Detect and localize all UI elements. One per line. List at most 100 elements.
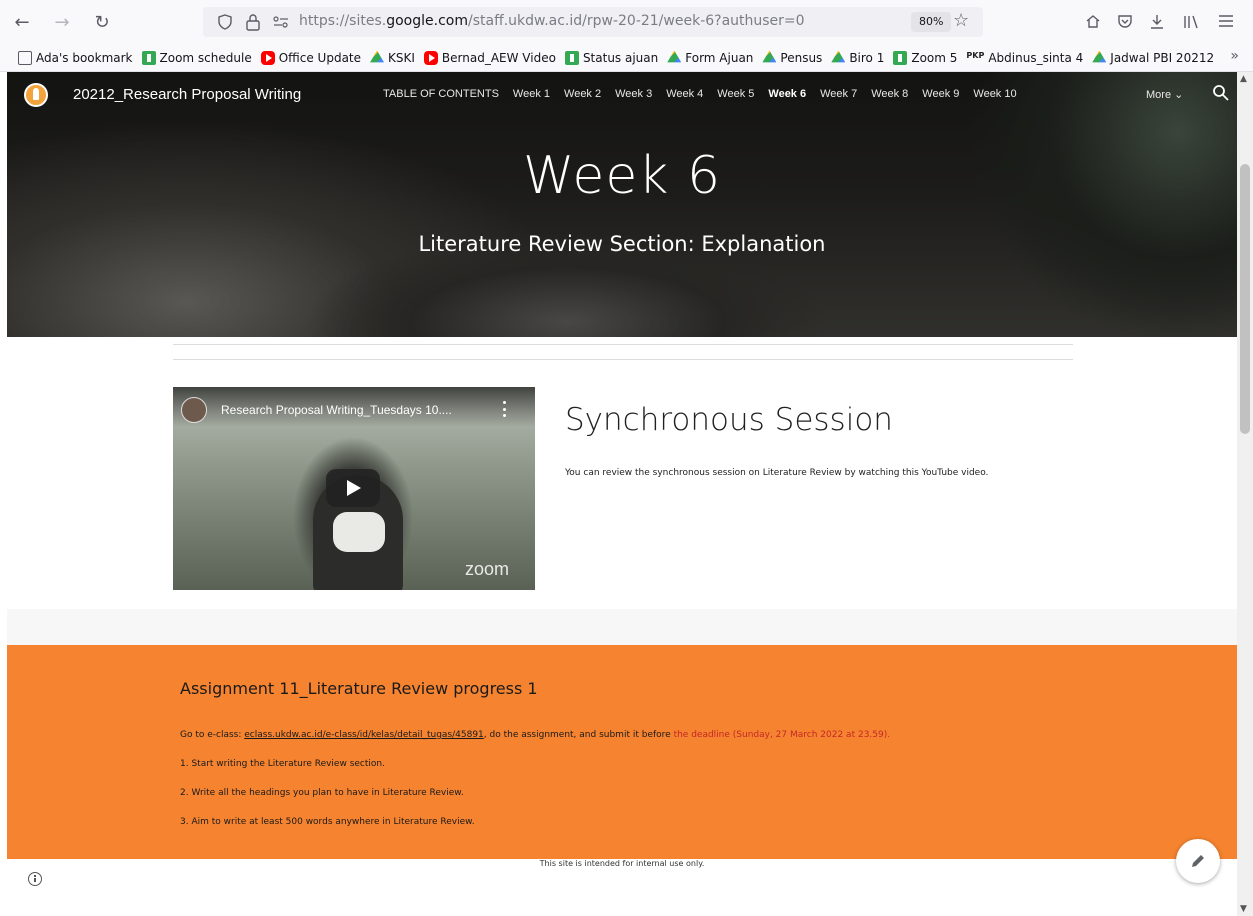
bookmark-item[interactable]: Form Ajuan xyxy=(667,50,753,65)
divider xyxy=(173,359,1073,360)
url-text: https://sites.google.com/staff.ukdw.ac.i… xyxy=(299,13,805,29)
forward-icon[interactable]: → xyxy=(50,10,74,34)
edit-button[interactable] xyxy=(1176,839,1220,883)
pocket-icon[interactable] xyxy=(1116,13,1134,31)
scroll-down-icon[interactable]: ▼ xyxy=(1240,904,1247,914)
sheets-icon xyxy=(564,50,579,65)
downloads-icon[interactable] xyxy=(1148,13,1166,31)
bookmark-item[interactable]: PKP Abdinus_sinta 4 xyxy=(966,51,1083,65)
zoom-level[interactable]: 80% xyxy=(911,12,952,32)
hero-banner: 20212_Research Proposal Writing TABLE OF… xyxy=(7,72,1237,337)
scroll-thumb[interactable] xyxy=(1240,164,1250,434)
page-subtitle: Literature Review Section: Explanation xyxy=(418,232,826,256)
search-icon[interactable] xyxy=(1212,84,1230,102)
assignment-step: 3. Aim to write at least 500 words anywh… xyxy=(180,817,475,827)
bookmark-item[interactable]: Jadwal PBI 20212 xyxy=(1092,50,1215,65)
bookmark-label: Status ajuan xyxy=(582,50,659,65)
bookmark-item[interactable]: Zoom 5 xyxy=(893,50,958,65)
intro-text: Go to e-class: xyxy=(180,730,245,740)
bookmark-label: Pensus xyxy=(780,50,823,65)
chevron-down-icon: ⌄ xyxy=(1174,89,1184,101)
drive-icon xyxy=(370,50,385,63)
bookmark-item[interactable]: Bernad_AEW Video xyxy=(423,50,556,65)
assignment-section: Assignment 11_Literature Review progress… xyxy=(7,645,1237,859)
bookmark-label: Biro 1 xyxy=(849,50,885,65)
bookmark-item[interactable]: Office Update xyxy=(260,50,362,65)
bookmark-item[interactable]: Zoom schedule xyxy=(141,50,252,65)
shield-icon[interactable] xyxy=(217,14,233,30)
page-viewport: 20212_Research Proposal Writing TABLE OF… xyxy=(7,72,1237,916)
page-title: Week 6 xyxy=(522,146,722,206)
permissions-icon[interactable] xyxy=(273,16,289,28)
sheets-icon xyxy=(141,50,156,65)
menu-icon[interactable] xyxy=(1218,14,1234,28)
bookmarks-overflow-icon[interactable]: » xyxy=(1230,48,1239,64)
nav-item[interactable]: Week 9 xyxy=(922,88,959,100)
browser-toolbar: ← → ↻ https://sites.google.com/staff.ukd… xyxy=(0,0,1253,44)
assignment-step: 1. Start writing the Literature Review s… xyxy=(180,759,385,769)
url-bar[interactable]: https://sites.google.com/staff.ukdw.ac.i… xyxy=(203,7,983,37)
nav-item[interactable]: Week 5 xyxy=(717,88,754,100)
pencil-icon xyxy=(1192,855,1204,867)
bookmark-star-icon[interactable]: ☆ xyxy=(953,10,969,31)
bookmarks-bar: Ada's bookmark Zoom schedule Office Update… xyxy=(0,44,1253,72)
bookmark-label: Jadwal PBI 20212 xyxy=(1110,50,1215,65)
intro-text-after: , do the assignment, and submit it befor… xyxy=(483,730,674,740)
deadline-text: the deadline (Sunday, 27 March 2022 at 2… xyxy=(673,730,891,740)
sheets-icon xyxy=(893,50,908,65)
eclass-link[interactable]: eclass.ukdw.ac.id/e-class/id/kelas/detai… xyxy=(244,730,484,740)
nav-item[interactable]: Week 6 xyxy=(768,88,806,100)
nav-item[interactable]: Week 1 xyxy=(513,88,550,100)
site-title[interactable]: 20212_Research Proposal Writing xyxy=(73,86,301,103)
channel-avatar[interactable] xyxy=(181,397,207,423)
pkp-icon: PKP xyxy=(966,50,985,60)
library-icon[interactable] xyxy=(1182,13,1200,31)
drive-icon xyxy=(831,50,846,63)
nav-item[interactable]: Week 4 xyxy=(666,88,703,100)
nav-item[interactable]: Week 8 xyxy=(871,88,908,100)
youtube-icon xyxy=(423,50,438,65)
youtube-icon xyxy=(260,50,275,65)
nav-more[interactable]: More ⌄ xyxy=(1146,88,1183,101)
scroll-up-icon[interactable]: ▲ xyxy=(1240,74,1247,84)
synchronous-session-text: You can review the synchronous session o… xyxy=(565,468,989,478)
nav-item[interactable]: Week 10 xyxy=(973,88,1016,100)
assignment-title: Assignment 11_Literature Review progress… xyxy=(180,679,538,698)
nav-item[interactable]: TABLE OF CONTENTS xyxy=(383,88,499,100)
bookmark-item[interactable]: Biro 1 xyxy=(831,50,885,65)
bookmark-label: Office Update xyxy=(278,50,362,65)
extensions-icon[interactable] xyxy=(1084,13,1102,31)
nav-item[interactable]: Week 2 xyxy=(564,88,601,100)
synchronous-session-heading: Synchronous Session xyxy=(565,402,893,438)
bookmark-label: KSKI xyxy=(388,50,415,65)
assignment-step: 2. Write all the headings you plan to ha… xyxy=(180,788,464,798)
bookmark-label: Bernad_AEW Video xyxy=(441,50,556,65)
bookmark-item[interactable]: Pensus xyxy=(762,50,823,65)
video-title[interactable]: Research Proposal Writing_Tuesdays 10...… xyxy=(221,403,452,417)
nav-item[interactable]: Week 3 xyxy=(615,88,652,100)
drive-icon xyxy=(1092,50,1107,63)
zoom-watermark: zoom xyxy=(465,559,510,579)
site-nav: TABLE OF CONTENTS Week 1 Week 2 Week 3 Week … xyxy=(383,88,1031,100)
bookmark-label: Abdinus_sinta 4 xyxy=(988,50,1084,65)
bookmark-label: Zoom 5 xyxy=(911,50,958,65)
play-icon[interactable] xyxy=(326,469,380,507)
youtube-video-embed[interactable]: Research Proposal Writing_Tuesdays 10...… xyxy=(173,387,535,590)
bookmark-label: Zoom schedule xyxy=(159,50,252,65)
drive-icon xyxy=(762,50,777,63)
site-logo-icon[interactable] xyxy=(24,83,48,107)
lock-icon[interactable] xyxy=(245,13,261,31)
reload-icon[interactable]: ↻ xyxy=(90,10,114,34)
scrollbar[interactable]: ▲ ▼ xyxy=(1237,72,1253,916)
info-icon[interactable] xyxy=(28,872,42,886)
back-icon[interactable]: ← xyxy=(10,10,34,34)
nav-item[interactable]: Week 7 xyxy=(820,88,857,100)
bookmark-label: Ada's bookmark xyxy=(36,50,133,65)
bookmark-item[interactable]: KSKI xyxy=(370,50,415,65)
bookmark-item[interactable]: Status ajuan xyxy=(564,50,659,65)
bookmark-item[interactable]: Ada's bookmark xyxy=(18,50,133,65)
footer-text: This site is intended for internal use o… xyxy=(539,859,705,868)
video-face-mask xyxy=(333,512,385,552)
assignment-intro: Go to e-class: eclass.ukdw.ac.id/e-class… xyxy=(180,730,890,740)
video-more-icon[interactable] xyxy=(503,401,507,417)
